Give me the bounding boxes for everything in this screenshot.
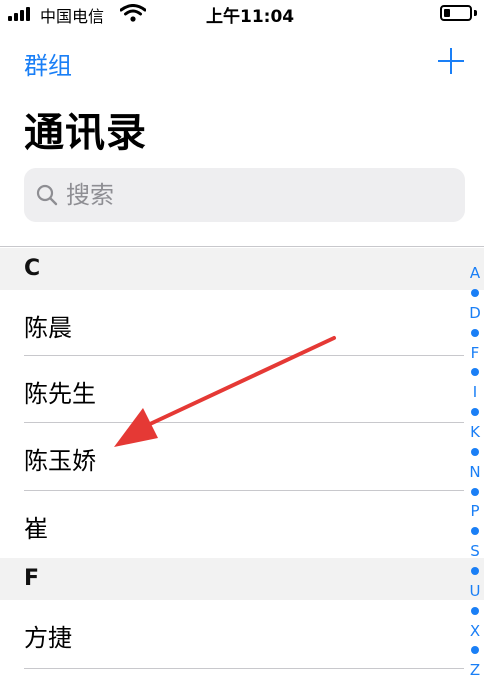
red-arrow-annotation: [114, 336, 336, 447]
